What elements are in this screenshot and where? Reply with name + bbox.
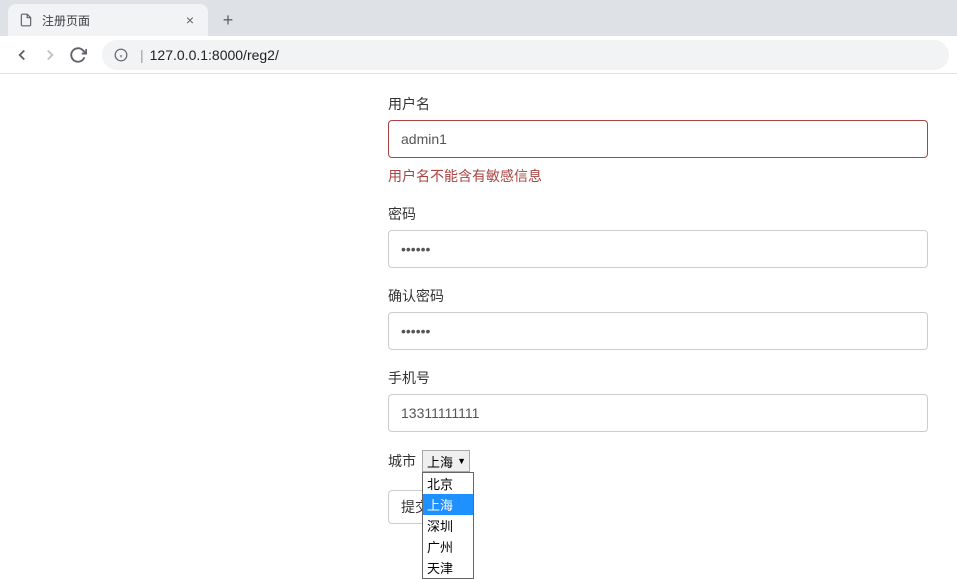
username-label: 用户名 <box>388 94 928 114</box>
city-option[interactable]: 上海 <box>423 494 473 515</box>
city-select[interactable]: 上海 ▼ <box>422 450 470 472</box>
browser-tab[interactable]: 注册页面 × <box>8 4 208 36</box>
username-error: 用户名不能含有敏感信息 <box>388 166 928 186</box>
url-text: 127.0.0.1:8000/reg2/ <box>150 47 279 63</box>
city-option[interactable]: 北京 <box>423 473 473 494</box>
city-option[interactable]: 深圳 <box>423 515 473 536</box>
city-label: 城市 <box>388 451 416 471</box>
city-selected-value: 上海 <box>427 452 453 471</box>
address-bar[interactable]: | 127.0.0.1:8000/reg2/ <box>102 40 949 70</box>
close-icon[interactable]: × <box>182 12 198 28</box>
chevron-down-icon: ▼ <box>457 456 466 466</box>
registration-form: 用户名 用户名不能含有敏感信息 密码 确认密码 手机号 城市 上海 ▼ <box>388 94 928 524</box>
password-input[interactable] <box>388 230 928 268</box>
page-icon <box>18 12 34 28</box>
username-input[interactable] <box>388 120 928 158</box>
password-label: 密码 <box>388 204 928 224</box>
confirm-password-input[interactable] <box>388 312 928 350</box>
back-button[interactable] <box>8 41 36 69</box>
forward-button[interactable] <box>36 41 64 69</box>
reload-button[interactable] <box>64 41 92 69</box>
phone-input[interactable] <box>388 394 928 432</box>
confirm-password-label: 确认密码 <box>388 286 928 306</box>
phone-label: 手机号 <box>388 368 928 388</box>
city-dropdown: 北京 上海 深圳 广州 天津 <box>422 472 474 579</box>
separator: | <box>140 47 144 63</box>
info-icon <box>114 48 128 62</box>
browser-toolbar: | 127.0.0.1:8000/reg2/ <box>0 36 957 74</box>
city-option[interactable]: 广州 <box>423 536 473 557</box>
tab-bar: 注册页面 × + <box>0 0 957 36</box>
tab-title: 注册页面 <box>42 12 182 29</box>
new-tab-button[interactable]: + <box>214 6 242 34</box>
city-option[interactable]: 天津 <box>423 557 473 578</box>
